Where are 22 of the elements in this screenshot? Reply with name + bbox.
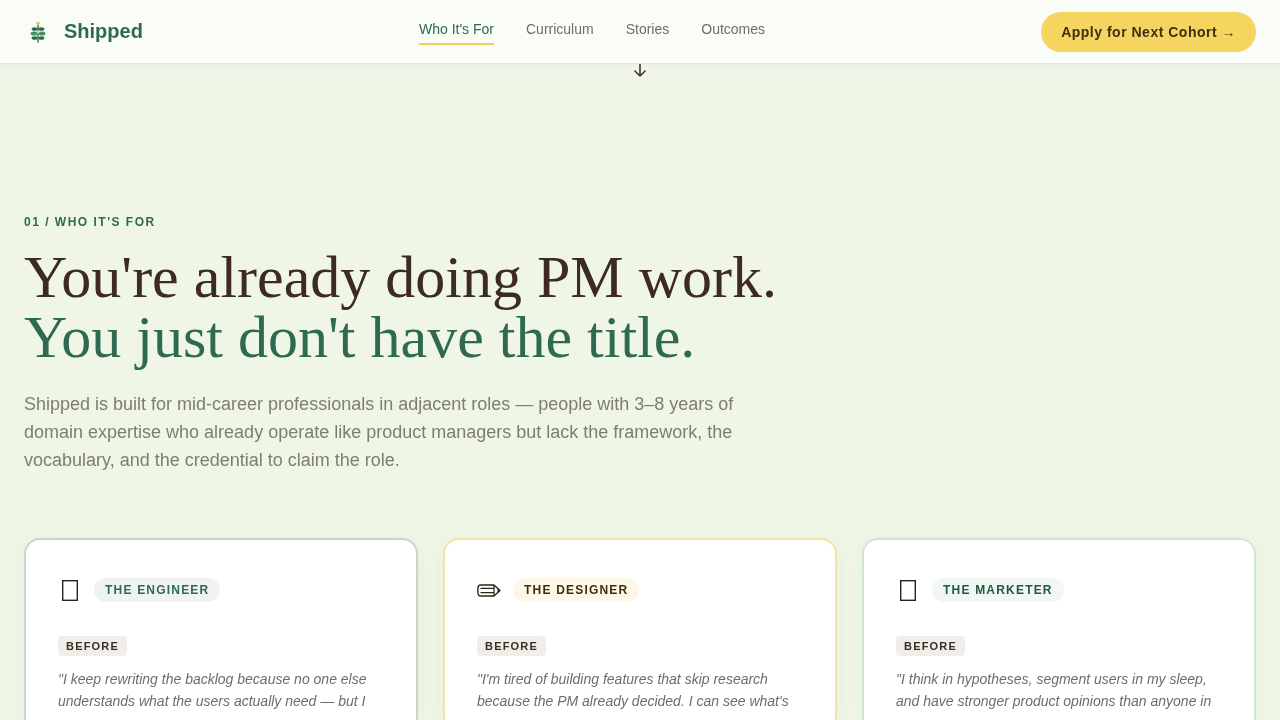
brand-link[interactable]: Shipped — [30, 20, 143, 43]
nav-link[interactable]: Curriculum — [526, 18, 594, 45]
nav-link[interactable]: Who It's For — [418, 18, 494, 45]
persona-tag: THE DESIGNER — [513, 578, 640, 602]
quote-text: "I'm tired of building features that skip research because the PM already decided. I can see what's — [477, 670, 790, 711]
rectangle-icon — [900, 579, 916, 601]
before-label: BEFORE — [477, 636, 547, 656]
wheat-icon — [30, 20, 46, 43]
quote-text: "I think in hypotheses, segment users in my sleep, and have stronger product opinions than anyone in — [896, 670, 1213, 711]
nav-link[interactable]: Outcomes — [701, 18, 766, 45]
intro-paragraph: Shipped is built for mid-career professionals in adjacent roles — people with 3–8 years of domain expertise who already operate like product managers but lack the framework, the vocabulary, and the credential to claim the role. — [24, 393, 735, 472]
rectangle-icon — [62, 579, 78, 601]
arrow-down-icon — [634, 64, 646, 77]
section-label: 01 / WHO IT'S FOR — [24, 214, 156, 230]
persona-tag: THE MARKETER — [932, 578, 1064, 602]
pencil-icon — [477, 583, 501, 597]
apply-button[interactable]: Apply for Next Cohort → — [1041, 11, 1256, 52]
persona-tag: THE ENGINEER — [94, 578, 221, 602]
before-label: BEFORE — [58, 636, 128, 656]
quote-text: "I keep rewriting the backlog because no one else understands what the users actually need — but I — [58, 670, 368, 711]
before-label: BEFORE — [896, 636, 966, 656]
nav-link[interactable]: Stories — [625, 18, 670, 45]
